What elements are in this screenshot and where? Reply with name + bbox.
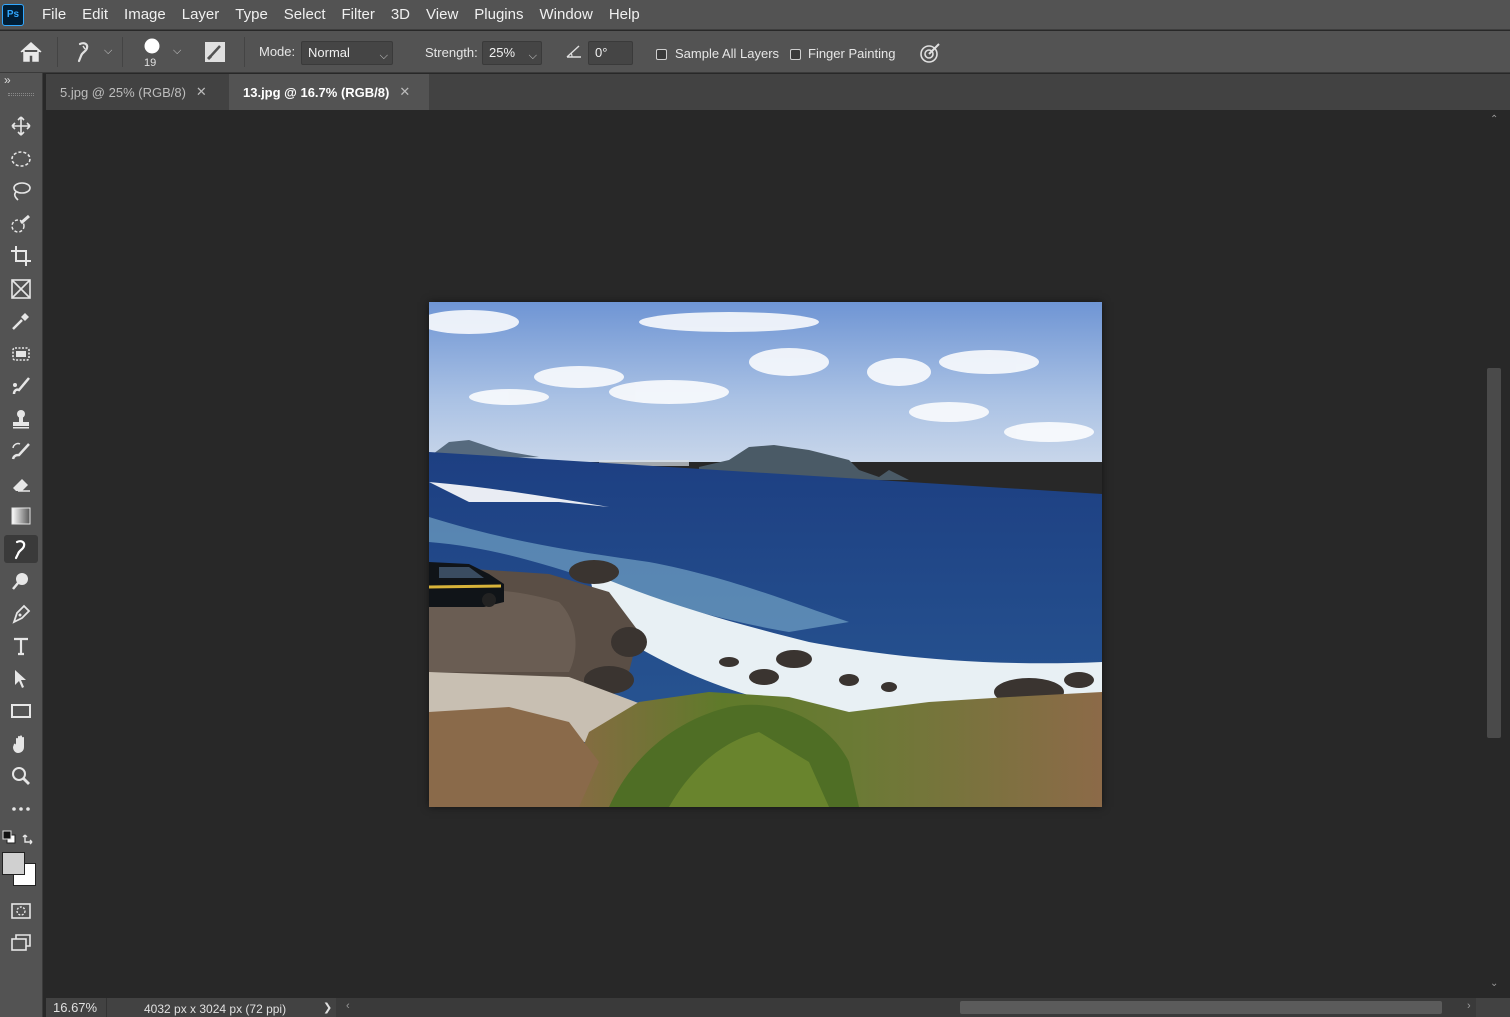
gradient-tool-icon[interactable] xyxy=(4,502,38,530)
document-tab-bar: 5.jpg @ 25% (RGB/8) ✕ 13.jpg @ 16.7% (RG… xyxy=(46,74,1510,110)
menu-file[interactable]: File xyxy=(34,0,74,30)
menu-plugins[interactable]: Plugins xyxy=(466,0,531,30)
rectangle-tool-icon[interactable] xyxy=(4,697,38,725)
mode-label: Mode: xyxy=(259,44,296,59)
tool-preset-smudge-icon[interactable] xyxy=(72,40,96,69)
pressure-icon[interactable] xyxy=(918,41,942,70)
angle-icon xyxy=(565,43,583,64)
strength-input[interactable]: 25% ⌵ xyxy=(482,41,542,65)
sample-all-layers-label[interactable]: Sample All Layers xyxy=(675,46,779,61)
quick-mask-icon[interactable] xyxy=(4,897,38,925)
marquee-tool-icon[interactable] xyxy=(4,145,38,173)
document-info[interactable]: 4032 px x 3024 px (72 ppi) xyxy=(144,1002,286,1016)
menu-image[interactable]: Image xyxy=(116,0,174,30)
photoshop-logo[interactable]: Ps xyxy=(2,3,24,26)
status-bar: 16.67% 4032 px x 3024 px (72 ppi) ❯ ‹ › xyxy=(46,998,1510,1017)
lasso-tool-icon[interactable] xyxy=(4,177,38,205)
panel-grip[interactable] xyxy=(8,93,34,96)
zoom-tool-icon[interactable] xyxy=(4,762,38,790)
strength-value: 25% xyxy=(489,45,516,60)
brush-tool-icon[interactable] xyxy=(4,372,38,400)
home-icon[interactable] xyxy=(18,40,44,69)
brush-settings-icon[interactable] xyxy=(204,41,226,68)
finger-painting-checkbox[interactable] xyxy=(790,47,801,65)
menu-3d[interactable]: 3D xyxy=(383,0,418,30)
horizontal-scroll-thumb[interactable] xyxy=(960,1001,1442,1014)
mode-dropdown[interactable]: Normal ⌵ xyxy=(301,41,393,65)
document-image[interactable] xyxy=(429,302,1102,807)
scroll-right-icon[interactable]: › xyxy=(1467,1000,1471,1012)
menu-edit[interactable]: Edit xyxy=(74,0,116,30)
menu-window[interactable]: Window xyxy=(531,0,600,30)
angle-input[interactable]: 0° xyxy=(588,41,633,65)
horizontal-scrollbar[interactable]: ‹ › xyxy=(336,998,1476,1017)
tab-13-jpg[interactable]: 13.jpg @ 16.7% (RGB/8) ✕ xyxy=(229,74,429,110)
strength-chevron-down-icon: ⌵ xyxy=(528,50,537,62)
tab-label: 5.jpg @ 25% (RGB/8) xyxy=(60,84,186,100)
brush-picker-chevron-down-icon[interactable]: ⌵ xyxy=(173,45,181,58)
spot-healing-tool-icon[interactable] xyxy=(4,340,38,368)
angle-value: 0° xyxy=(595,45,608,60)
menu-layer[interactable]: Layer xyxy=(174,0,228,30)
pen-tool-icon[interactable] xyxy=(4,600,38,628)
vertical-scroll-thumb[interactable] xyxy=(1487,368,1501,738)
scroll-up-icon[interactable]: ⌃ xyxy=(1490,114,1498,125)
menu-type[interactable]: Type xyxy=(227,0,276,30)
smudge-tool-icon[interactable] xyxy=(4,535,38,563)
tool-preset-chevron-down-icon[interactable]: ⌵ xyxy=(104,45,112,58)
scroll-down-icon[interactable]: ⌄ xyxy=(1490,978,1498,989)
vertical-scrollbar[interactable]: ⌃ ⌄ xyxy=(1484,110,1504,998)
swap-colors-icon[interactable] xyxy=(22,829,38,845)
history-brush-tool-icon[interactable] xyxy=(4,437,38,465)
sample-all-layers-checkbox[interactable] xyxy=(656,47,667,65)
canvas-area[interactable] xyxy=(46,110,1484,998)
dodge-tool-icon[interactable] xyxy=(4,567,38,595)
foreground-color-swatch[interactable] xyxy=(2,852,25,875)
frame-tool-icon[interactable] xyxy=(4,275,38,303)
zoom-level[interactable]: 16.67% xyxy=(53,1000,97,1015)
quick-selection-tool-icon[interactable] xyxy=(4,210,38,238)
finger-painting-label[interactable]: Finger Painting xyxy=(808,46,895,61)
eraser-tool-icon[interactable] xyxy=(4,470,38,498)
expand-panel-icon[interactable]: » xyxy=(4,73,11,87)
clone-stamp-tool-icon[interactable] xyxy=(4,405,38,433)
brush-size-value: 19 xyxy=(144,57,157,69)
path-selection-tool-icon[interactable] xyxy=(4,665,38,693)
eyedropper-tool-icon[interactable] xyxy=(4,307,38,335)
move-tool-icon[interactable] xyxy=(4,112,38,140)
more-tools-icon[interactable] xyxy=(4,795,38,823)
tab-5-jpg[interactable]: 5.jpg @ 25% (RGB/8) ✕ xyxy=(46,74,229,110)
mode-chevron-down-icon: ⌵ xyxy=(379,50,388,62)
close-icon[interactable]: ✕ xyxy=(399,84,410,100)
scroll-left-icon[interactable]: ‹ xyxy=(346,1000,350,1012)
menu-filter[interactable]: Filter xyxy=(334,0,383,30)
tools-panel: » xyxy=(0,73,43,1017)
mode-value: Normal xyxy=(308,45,350,60)
options-bar: ⌵ 19 ⌵ Mode: Normal ⌵ Strength: 25% ⌵ 0°… xyxy=(0,31,1510,73)
menu-view[interactable]: View xyxy=(418,0,466,30)
menu-bar: Ps File Edit Image Layer Type Select Fil… xyxy=(0,0,1510,30)
menu-select[interactable]: Select xyxy=(276,0,334,30)
default-colors-icon[interactable] xyxy=(2,830,16,844)
screen-mode-icon[interactable] xyxy=(4,929,38,957)
crop-tool-icon[interactable] xyxy=(4,242,38,270)
type-tool-icon[interactable] xyxy=(4,632,38,660)
close-icon[interactable]: ✕ xyxy=(196,84,207,100)
hand-tool-icon[interactable] xyxy=(4,730,38,758)
status-menu-arrow-icon[interactable]: ❯ xyxy=(323,1001,332,1014)
strength-label: Strength: xyxy=(425,45,478,60)
menu-help[interactable]: Help xyxy=(601,0,648,30)
tab-label: 13.jpg @ 16.7% (RGB/8) xyxy=(243,84,390,100)
